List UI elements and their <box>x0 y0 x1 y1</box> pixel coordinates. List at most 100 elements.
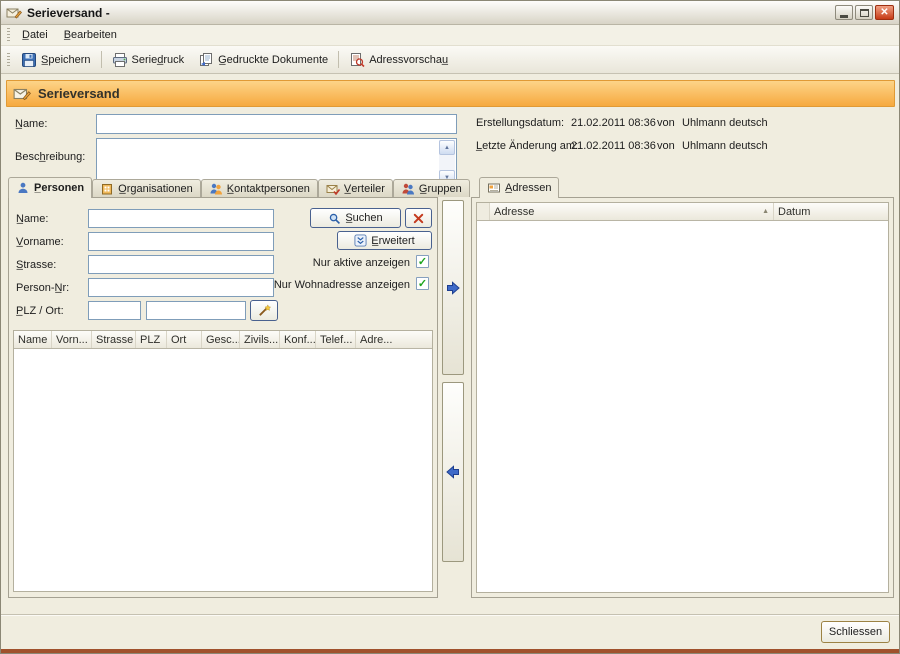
move-right-button[interactable] <box>442 200 464 375</box>
search-vorname-label: V̲orname: <box>16 236 64 248</box>
column-header-plz[interactable]: PLZ <box>136 331 167 348</box>
speichern-button[interactable]: S̲peichern <box>14 49 98 71</box>
toolbar-grip[interactable] <box>7 53 10 67</box>
created-user: Uhlmann deutsch <box>682 117 768 129</box>
footer-separator <box>1 614 899 616</box>
search-name-label: N̲ame: <box>16 213 48 225</box>
groups-icon <box>401 182 415 196</box>
modified-user: Uhlmann deutsch <box>682 140 768 152</box>
maximize-icon <box>860 9 869 17</box>
persons-panel: N̲ame: V̲orname: S̲trasse: Person-N̲r: P… <box>8 197 438 598</box>
close-button[interactable]: ✕ <box>875 5 894 20</box>
tab-kontaktpersonen[interactable]: K̲ontaktpersonen <box>201 179 318 197</box>
window-frame-bottom <box>1 649 899 653</box>
arrow-left-icon <box>445 464 461 480</box>
adresse-header-label: Adresse <box>494 206 534 218</box>
adressvorschau-button[interactable]: Adressvorschau̲ <box>342 49 455 71</box>
toolbar: S̲peichern Seried̲ruck G̲edruckte Dokume… <box>1 46 899 74</box>
speichern-label: S̲peichern <box>41 54 91 66</box>
move-left-button[interactable] <box>442 382 464 562</box>
search-name-input[interactable] <box>88 209 274 228</box>
search-person-nr-input[interactable] <box>88 278 274 297</box>
contact-persons-icon <box>209 182 223 196</box>
erweitert-button[interactable]: E̲rweitert <box>337 231 432 250</box>
address-preview-icon <box>349 52 365 68</box>
tab-adressen-label: A̲dressen <box>505 182 551 194</box>
search-ort-input[interactable] <box>146 301 246 320</box>
wand-button[interactable] <box>250 300 278 321</box>
tab-organisationen[interactable]: O̲rganisationen <box>92 179 201 197</box>
addresses-icon <box>487 181 501 195</box>
suchen-button[interactable]: S̲uchen <box>310 208 401 228</box>
persons-table: Name Vorn... Strasse PLZ Ort Gesc... Ziv… <box>13 330 433 592</box>
search-person-nr-label: Person-N̲r: <box>16 282 69 294</box>
tab-gruppen[interactable]: G̲ruppen <box>393 179 470 197</box>
column-header-datum[interactable]: Datum <box>774 203 888 220</box>
column-header-name[interactable]: Name <box>14 331 52 348</box>
column-header-zivilstand[interactable]: Zivils... <box>240 331 280 348</box>
search-vorname-input[interactable] <box>88 232 274 251</box>
close-icon: ✕ <box>880 7 888 18</box>
seriedruck-label: Seried̲ruck <box>132 54 185 66</box>
right-tabstrip: A̲dressen <box>479 177 559 198</box>
maximize-button[interactable] <box>855 5 873 20</box>
menu-item-bearbeiten[interactable]: B̲earbeiten <box>56 27 125 43</box>
column-header-vorname[interactable]: Vorn... <box>52 331 92 348</box>
persons-table-header: Name Vorn... Strasse PLZ Ort Gesc... Ziv… <box>14 331 432 349</box>
red-x-icon <box>412 212 425 225</box>
double-chevron-down-icon <box>354 234 367 247</box>
tab-verteiler-label: V̲erteiler <box>344 183 385 195</box>
nur-aktive-label: Nur aktive anzeigen <box>313 257 410 269</box>
toolbar-separator <box>101 51 102 68</box>
tab-adressen[interactable]: A̲dressen <box>479 177 559 198</box>
column-header-adresse[interactable]: Adre... <box>356 331 432 348</box>
column-header-konfession[interactable]: Konf... <box>280 331 316 348</box>
created-row: Erstellungsdatum: 21.02.2011 08:36 von U… <box>1 117 899 131</box>
column-header-adresse[interactable]: Adresse ▲ <box>490 203 774 220</box>
modified-by-label: von <box>657 140 675 152</box>
clear-search-button[interactable] <box>405 208 432 228</box>
gedruckte-dokumente-button[interactable]: G̲edruckte Dokumente <box>191 49 335 71</box>
distribution-list-icon <box>326 182 340 196</box>
addresses-table-body[interactable] <box>477 221 888 592</box>
erweitert-label: E̲rweitert <box>371 235 414 247</box>
modified-label: L̲etzte Änderung am: <box>476 140 578 152</box>
serieversand-icon <box>13 85 31 103</box>
titlebar: Serieversand - ✕ <box>1 1 899 25</box>
search-strasse-input[interactable] <box>88 255 274 274</box>
addresses-panel: Adresse ▲ Datum <box>471 197 894 598</box>
column-header-telefon[interactable]: Telef... <box>316 331 356 348</box>
serieversand-window: Serieversand - ✕ D̲atei B̲earbeiten S̲pe… <box>0 0 900 654</box>
column-header-ort[interactable]: Ort <box>167 331 202 348</box>
minimize-button[interactable] <box>835 5 853 20</box>
nur-wohnadresse-checkbox[interactable]: ✓ <box>416 277 429 290</box>
tab-personen-label: P̲ersonen <box>34 182 84 194</box>
tab-organisationen-label: O̲rganisationen <box>118 183 193 195</box>
menu-grip[interactable] <box>7 28 10 42</box>
minimize-icon <box>840 15 848 18</box>
magnifier-icon <box>328 212 341 225</box>
nur-aktive-checkbox[interactable]: ✓ <box>416 255 429 268</box>
seriedruck-button[interactable]: Seried̲ruck <box>105 49 192 71</box>
persons-table-body[interactable] <box>14 349 432 591</box>
save-icon <box>21 52 37 68</box>
tab-personen[interactable]: P̲ersonen <box>8 177 92 198</box>
search-strasse-label: S̲trasse: <box>16 259 56 271</box>
gedruckte-dokumente-label: G̲edruckte Dokumente <box>218 54 328 66</box>
schliessen-label: Schliessen <box>829 626 882 638</box>
menubar: D̲atei B̲earbeiten <box>1 25 899 46</box>
adressvorschau-label: Adressvorschau̲ <box>369 54 448 66</box>
serial-print-icon <box>112 52 128 68</box>
column-header-strasse[interactable]: Strasse <box>92 331 136 348</box>
sort-ascending-icon: ▲ <box>759 208 769 215</box>
tab-verteiler[interactable]: V̲erteiler <box>318 179 393 197</box>
created-label: Erstellungsdatum: <box>476 117 564 129</box>
column-header-geschlecht[interactable]: Gesc... <box>202 331 240 348</box>
window-title: Serieversand - <box>27 6 833 20</box>
search-plz-input[interactable] <box>88 301 141 320</box>
tab-kontaktpersonen-label: K̲ontaktpersonen <box>227 183 310 195</box>
schliessen-button[interactable]: Schliessen <box>821 621 890 643</box>
addresses-table-header: Adresse ▲ Datum <box>477 203 888 221</box>
modified-datetime: 21.02.2011 08:36 <box>571 140 656 152</box>
menu-item-datei[interactable]: D̲atei <box>14 27 56 43</box>
